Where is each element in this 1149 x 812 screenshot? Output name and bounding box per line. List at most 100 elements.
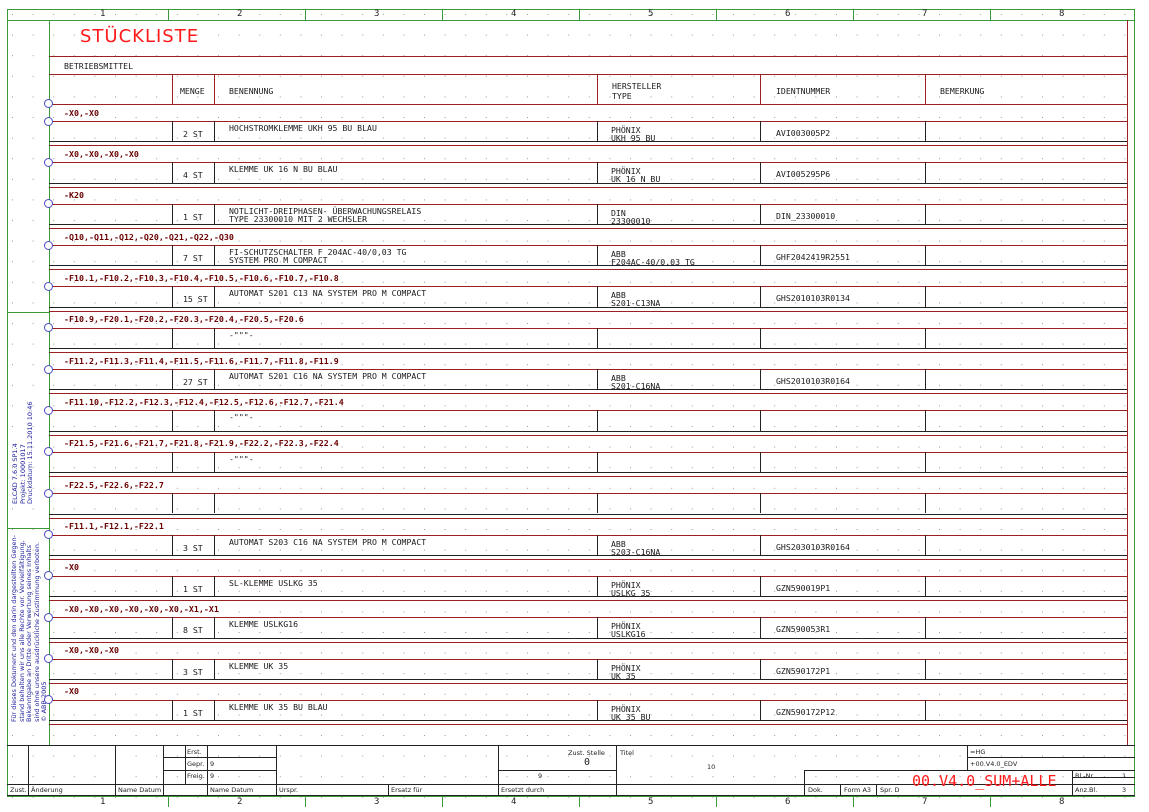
tb-gepr-val: 9 xyxy=(210,760,215,768)
column-number-bottom: 3 xyxy=(374,797,380,807)
cell-identnummer: GZN590053R1 xyxy=(776,624,831,635)
cell-menge: 2 ST xyxy=(183,129,203,139)
tb-v9 xyxy=(616,745,617,795)
group-label-line xyxy=(49,245,1127,247)
connection-ring-icon xyxy=(44,116,53,126)
tb-bl-nr: Bl.-Nr. xyxy=(1075,772,1095,780)
group-label: -F11.1,-F12.1,-F22.1 xyxy=(64,521,164,531)
tb-v1 xyxy=(28,745,29,795)
cell-identnummer: GHS2030103R0164 xyxy=(776,541,850,552)
cell-typ: UK 35 xyxy=(611,670,636,681)
tb-ort: +00.V4.0_EDV xyxy=(970,760,1018,768)
item-bottom-line xyxy=(49,141,1127,143)
cell-divider xyxy=(214,121,215,142)
cell-menge: 1 ST xyxy=(183,583,203,594)
connection-ring-icon xyxy=(44,240,53,250)
cell-benennung: KLEMME USLKG16 xyxy=(229,619,299,630)
cell-identnummer: GZN590172P12 xyxy=(776,706,836,717)
cell-divider xyxy=(597,203,598,225)
row-separator xyxy=(49,558,1127,560)
cell-divider xyxy=(925,245,926,266)
group-label: -F10.1,-F10.2,-F10.3,-F10.4,-F10.5,-F10.… xyxy=(64,272,339,283)
cell-divider xyxy=(925,203,926,225)
cell-divider xyxy=(214,410,215,431)
cell-divider xyxy=(597,369,598,390)
group-label-line xyxy=(49,327,1127,329)
cell-divider xyxy=(597,617,598,638)
titleblock-line-bottom xyxy=(7,795,1135,796)
tb-h4 xyxy=(804,770,1135,771)
column-number-top: 8 xyxy=(1059,9,1065,19)
cell-divider xyxy=(214,451,215,473)
row-separator xyxy=(49,393,1127,395)
cell-typ: F204AC-40/0,03 TG xyxy=(611,257,695,268)
cell-divider xyxy=(597,162,598,183)
cell-typ: USLKG 35 xyxy=(611,587,651,598)
connection-ring-icon xyxy=(44,281,53,291)
tb-ersatz-fuer: Ersatz für xyxy=(391,786,423,794)
cell-divider xyxy=(760,162,761,183)
cell-divider xyxy=(597,658,598,679)
cell-divider xyxy=(760,534,761,555)
row-separator xyxy=(49,517,1127,519)
tb-h1 xyxy=(163,757,276,758)
cell-identnummer: AVI005295P6 xyxy=(776,169,831,180)
cell-divider xyxy=(597,286,598,307)
row-separator xyxy=(49,352,1127,354)
tb-h3 xyxy=(498,770,616,771)
cell-divider xyxy=(172,286,173,307)
column-number-top: 3 xyxy=(374,9,380,19)
cell-benennung: HOCHSTROMKLEMME UKH 95 BU BLAU xyxy=(229,123,377,133)
cell-divider xyxy=(214,534,215,555)
cell-divider xyxy=(760,410,761,431)
cell-divider xyxy=(760,203,761,225)
tb-h5 xyxy=(967,757,1135,758)
cell-divider xyxy=(172,121,173,142)
cell-divider xyxy=(214,327,215,349)
cell-divider xyxy=(214,699,215,721)
cell-divider xyxy=(172,203,173,225)
tb-v10 xyxy=(804,770,805,795)
cell-divider xyxy=(925,327,926,349)
cell-divider xyxy=(172,451,173,473)
cell-menge: 3 ST xyxy=(183,542,203,553)
row-separator xyxy=(49,269,1127,271)
column-tick-bottom xyxy=(305,795,306,807)
cell-divider xyxy=(214,369,215,390)
group-label-line xyxy=(49,575,1127,577)
group-label: -X0 xyxy=(64,562,79,573)
tb-gepr: Gepr. xyxy=(187,760,205,768)
cell-typ: UK 16 N BU xyxy=(611,174,661,185)
left-strip-divider-1 xyxy=(7,312,49,313)
group-label: -F11.10,-F12.2,-F12.3,-F12.4,-F12.5,-F12… xyxy=(64,396,344,407)
group-label: -K20 xyxy=(64,190,84,201)
section-label: BETRIEBSMITTEL xyxy=(64,61,134,71)
column-number-bottom: 8 xyxy=(1059,797,1065,807)
tb-name-datum-1: Name Datum xyxy=(118,786,162,794)
cell-divider xyxy=(760,121,761,142)
left-strip-line xyxy=(49,20,50,745)
tb-urspr: Urspr. xyxy=(279,786,299,794)
cell-benennung: AUTOMAT S201 C13 NA SYSTEM PRO M COMPACT xyxy=(229,288,427,299)
cell-benennung-2: SYSTEM PRO M COMPACT xyxy=(229,255,328,266)
column-number-top: 7 xyxy=(922,9,928,19)
cell-typ: UK 35 BU xyxy=(611,711,651,722)
cell-divider xyxy=(597,534,598,555)
cell-menge: 7 ST xyxy=(183,253,203,264)
column-number-top: 6 xyxy=(785,9,791,19)
cell-divider xyxy=(925,162,926,183)
cell-menge: 1 ST xyxy=(183,211,203,222)
cell-benennung: SL-KLEMME USLKG 35 xyxy=(229,577,318,588)
item-bottom-line xyxy=(49,182,1127,184)
column-number-top: 4 xyxy=(511,9,517,19)
column-tick-bottom xyxy=(990,795,991,807)
tb-v7 xyxy=(388,784,389,795)
column-number-top: 2 xyxy=(237,9,243,19)
cell-divider xyxy=(597,451,598,473)
cell-typ: USLKG16 xyxy=(611,629,646,640)
cell-divider xyxy=(925,410,926,431)
connection-ring-icon xyxy=(44,488,53,498)
header-typ: TYPE xyxy=(612,91,632,101)
column-tick-top xyxy=(853,9,854,20)
tb-v11 xyxy=(840,784,841,795)
